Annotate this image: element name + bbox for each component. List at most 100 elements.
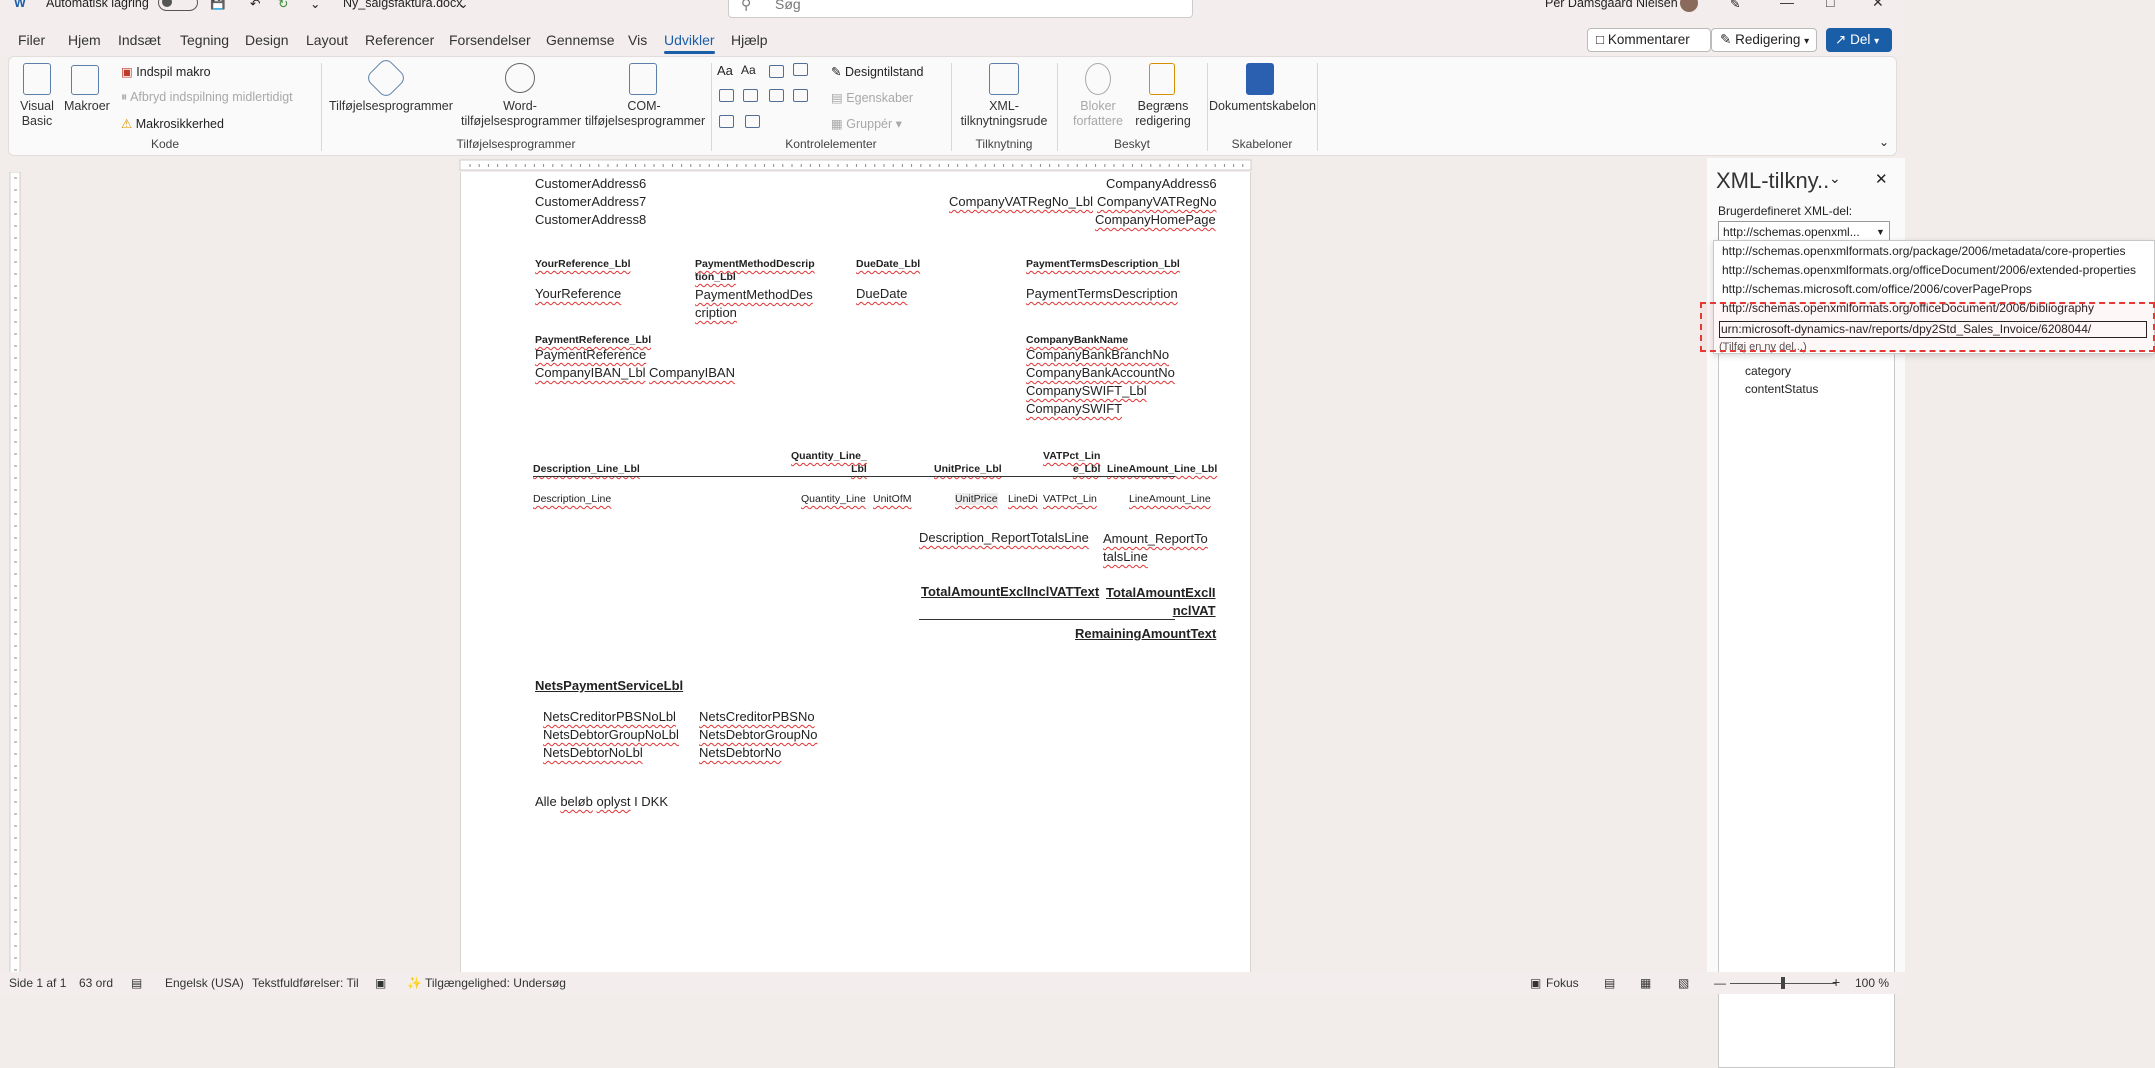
menu-forsendelser[interactable]: Forsendelser xyxy=(449,32,531,48)
picture-control-icon[interactable] xyxy=(769,65,784,78)
macros-button[interactable]: Makroer xyxy=(64,99,110,114)
field-nets-creditor[interactable]: NetsCreditorPBSNo xyxy=(699,709,815,724)
redo-icon[interactable]: ↻ xyxy=(278,0,288,11)
read-mode-icon[interactable]: ▤ xyxy=(1604,976,1615,990)
record-macro-button[interactable]: ▣ Indspil makro xyxy=(121,64,211,79)
menu-gennemse[interactable]: Gennemse xyxy=(546,32,614,48)
status-text-predictions[interactable]: Tekstfuldførelser: Til xyxy=(252,976,359,990)
field-payment-terms-label[interactable]: PaymentTermsDescription_Lbl xyxy=(1026,258,1180,270)
xml-mapping-pane-button[interactable]: XML- tilknytningsrude xyxy=(954,99,1054,129)
search-box[interactable]: ⚲ Søg xyxy=(728,0,1193,18)
plain-text-control[interactable]: Aa xyxy=(741,63,756,77)
cell-unit-price[interactable]: UnitPrice xyxy=(955,493,998,505)
field-amount-totals[interactable]: Amount_ReportTo talsLine xyxy=(1103,530,1208,566)
field-nets-debtor[interactable]: NetsDebtorNo xyxy=(699,745,781,760)
field-nets-label[interactable]: NetsPaymentServiceLbl xyxy=(535,678,683,693)
comments-button[interactable]: □ Kommentarer xyxy=(1587,28,1711,52)
document-template-button[interactable]: Dokumentskabelon xyxy=(1209,99,1316,114)
col-line-amount-label[interactable]: LineAmount_Line_Lbl xyxy=(1107,463,1217,475)
field-remaining-text[interactable]: RemainingAmountText xyxy=(1075,626,1216,641)
field-company-homepage[interactable]: CompanyHomePage xyxy=(1095,212,1216,227)
cell-line-discount[interactable]: LineDi xyxy=(1008,493,1038,505)
vertical-ruler[interactable] xyxy=(8,172,22,982)
collapse-ribbon-chevron-icon[interactable]: ⌄ xyxy=(1879,135,1889,149)
field-customer-address6[interactable]: CustomerAddress6 xyxy=(535,176,646,191)
save-icon[interactable]: 💾 xyxy=(210,0,226,11)
cell-quantity-line[interactable]: Quantity_Line xyxy=(801,493,866,505)
field-payment-reference[interactable]: PaymentReference xyxy=(535,347,646,362)
field-total-excl-text[interactable]: TotalAmountExclInclVATText xyxy=(921,584,1099,599)
dropdown-option[interactable]: http://schemas.openxmlformats.org/packag… xyxy=(1722,244,2126,258)
document-page[interactable]: CustomerAddress6 CustomerAddress7 Custom… xyxy=(460,172,1251,972)
focus-button[interactable]: Fokus xyxy=(1546,976,1579,990)
field-payment-terms[interactable]: PaymentTermsDescription xyxy=(1026,286,1178,301)
building-block-icon[interactable] xyxy=(793,63,808,76)
zoom-slider-thumb[interactable] xyxy=(1781,977,1785,989)
field-due-date-label[interactable]: DueDate_Lbl xyxy=(856,258,920,270)
col-vat-pct-label[interactable]: VATPct_Lin e_Lbl xyxy=(1043,450,1100,476)
field-nets-creditor-label[interactable]: NetsCreditorPBSNoLbl xyxy=(543,709,676,724)
field-iban[interactable]: CompanyIBAN xyxy=(649,365,735,380)
visual-basic-button[interactable]: Visual Basic xyxy=(15,99,59,129)
cell-vat-pct[interactable]: VATPct_Lin xyxy=(1043,493,1097,505)
minimize-icon[interactable]: — xyxy=(1780,0,1794,10)
undo-icon[interactable]: ↶ xyxy=(250,0,260,11)
zoom-out-icon[interactable]: — xyxy=(1714,976,1726,990)
cell-unit-of-measure[interactable]: UnitOfM xyxy=(873,493,912,505)
print-layout-icon[interactable]: ▦ xyxy=(1640,976,1651,990)
cell-line-amount[interactable]: LineAmount_Line xyxy=(1129,493,1211,505)
menu-hjem[interactable]: Hjem xyxy=(68,32,101,48)
col-quantity-label[interactable]: Quantity_Line_ Lbl xyxy=(791,450,867,476)
footer-currency-note[interactable]: Alle beløb oplyst I DKK xyxy=(535,794,668,809)
date-picker-icon[interactable] xyxy=(793,89,808,102)
menu-udvikler[interactable]: Udvikler xyxy=(664,32,715,54)
field-payment-method[interactable]: PaymentMethodDes cription xyxy=(695,286,813,322)
editing-button[interactable]: ✎ Redigering ▾ xyxy=(1711,28,1817,52)
menu-design[interactable]: Design xyxy=(245,32,289,48)
field-iban-label[interactable]: CompanyIBAN_Lbl xyxy=(535,365,646,380)
field-payment-method-label[interactable]: PaymentMethodDescrip tion_Lbl xyxy=(695,258,815,284)
avatar[interactable] xyxy=(1680,0,1698,12)
field-customer-address8[interactable]: CustomerAddress8 xyxy=(535,212,646,227)
field-company-vat[interactable]: CompanyVATRegNo xyxy=(1097,194,1216,209)
field-payment-reference-label[interactable]: PaymentReference_Lbl xyxy=(535,334,651,346)
repeating-section-icon[interactable] xyxy=(719,115,734,128)
restrict-editing-button[interactable]: Begræns redigering xyxy=(1127,99,1199,129)
field-nets-debtor-label[interactable]: NetsDebtorNoLbl xyxy=(543,745,643,760)
pane-options-chevron-icon[interactable]: ⌄ xyxy=(1829,170,1841,187)
web-layout-icon[interactable]: ▧ xyxy=(1678,976,1689,990)
status-language[interactable]: Engelsk (USA) xyxy=(165,976,244,990)
field-nets-debtor-group[interactable]: NetsDebtorGroupNo xyxy=(699,727,818,742)
dropdown-option[interactable]: http://schemas.openxmlformats.org/office… xyxy=(1722,263,2136,277)
restore-icon[interactable]: □ xyxy=(1826,0,1834,10)
field-description-totals[interactable]: Description_ReportTotalsLine xyxy=(919,530,1089,545)
status-accessibility[interactable]: Tilgængelighed: Undersøg xyxy=(425,976,566,990)
tree-item-content-status[interactable]: contentStatus xyxy=(1745,382,1818,396)
menu-filer[interactable]: Filer xyxy=(18,32,45,48)
share-button[interactable]: ↗ Del ▾ xyxy=(1826,28,1892,52)
pen-icon[interactable]: ✎ xyxy=(1730,0,1740,11)
dropdown-option[interactable]: http://schemas.microsoft.com/office/2006… xyxy=(1722,282,2032,296)
menu-layout[interactable]: Layout xyxy=(306,32,348,48)
menu-hjaelp[interactable]: Hjælp xyxy=(731,32,768,48)
field-due-date[interactable]: DueDate xyxy=(856,286,907,301)
user-name[interactable]: Per Damsgaard Nielsen xyxy=(1545,0,1678,10)
macro-record-icon[interactable]: ▣ xyxy=(375,976,386,990)
field-company-vat-label[interactable]: CompanyVATRegNo_Lbl xyxy=(949,194,1093,209)
combo-box-icon[interactable] xyxy=(743,89,758,102)
cell-description-line[interactable]: Description_Line xyxy=(533,493,611,505)
proofing-icon[interactable]: ▤ xyxy=(131,976,142,990)
macro-security-button[interactable]: ⚠ Makrosikkerhed xyxy=(121,116,224,131)
field-company-bank-name[interactable]: CompanyBankName xyxy=(1026,334,1128,346)
status-page[interactable]: Side 1 af 1 xyxy=(9,976,66,990)
filename-chevron-icon[interactable]: ⌄ xyxy=(458,0,468,11)
field-your-reference-label[interactable]: YourReference_Lbl xyxy=(535,258,631,270)
field-bank-branch[interactable]: CompanyBankBranchNo xyxy=(1026,347,1169,362)
field-company-address6[interactable]: CompanyAddress6 xyxy=(1106,176,1217,191)
field-bank-account[interactable]: CompanyBankAccountNo xyxy=(1026,365,1175,380)
close-pane-icon[interactable]: ✕ xyxy=(1875,170,1888,188)
menu-tegning[interactable]: Tegning xyxy=(180,32,229,48)
close-window-icon[interactable]: ✕ xyxy=(1872,0,1884,11)
field-total-excl[interactable]: TotalAmountExclI nclVAT xyxy=(1106,584,1216,620)
document-filename[interactable]: Ny_salgsfaktura.docx xyxy=(343,0,463,10)
